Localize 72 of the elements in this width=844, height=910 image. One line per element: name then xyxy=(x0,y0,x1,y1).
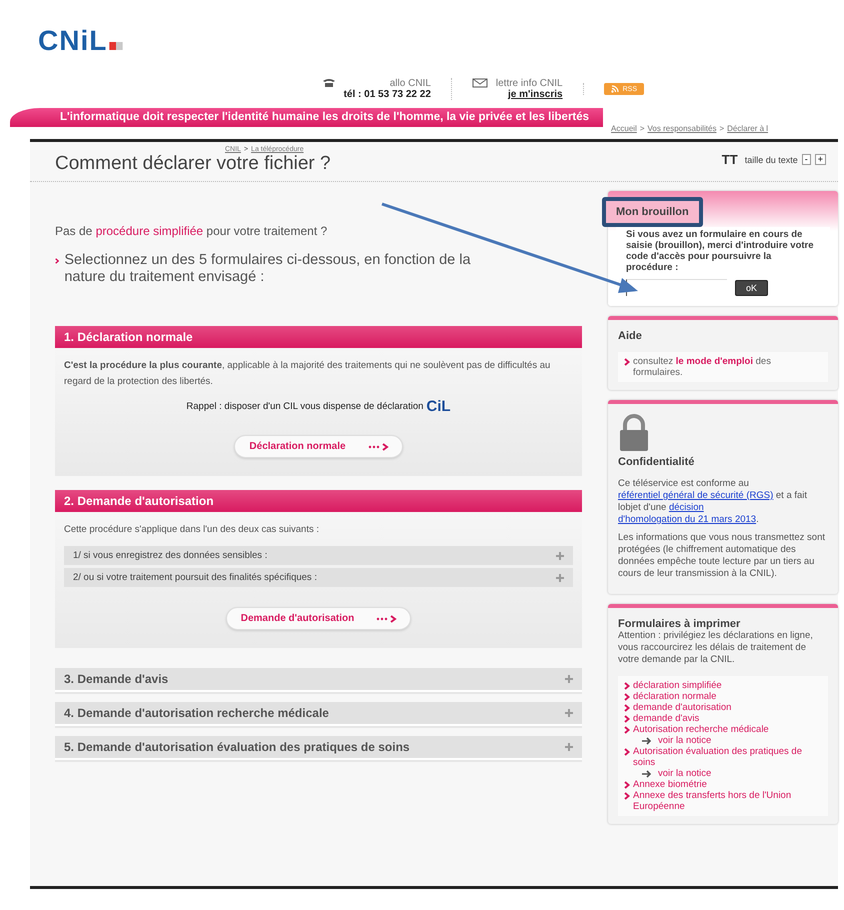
reminder-text: Rappel : disposer d'un CIL vous dispense de déclaration xyxy=(186,401,424,412)
compliance-text: Ce téléservice est conforme au référentiel général de sécurité (RGS) et a fait lobjet d'une décision d'homologation du 21 mars 2013. xyxy=(618,478,808,526)
case-row[interactable]: 1/ si vous enregistrez des données sensibles : xyxy=(64,546,573,565)
start-form-button[interactable]: Demande d'autorisation xyxy=(226,607,412,630)
form-link[interactable]: déclaration simplifiée xyxy=(633,680,722,691)
logo-squares-icon xyxy=(109,42,124,50)
form-link[interactable]: demande d'avis xyxy=(633,713,700,724)
section-header[interactable]: 1. Déclaration normale xyxy=(55,326,582,348)
panel-title: Confidentialité xyxy=(618,456,696,468)
document-link[interactable]: d'homologation du 21 mars 2013 xyxy=(618,514,756,525)
breadcrumb-link[interactable]: Vos responsabilités xyxy=(648,124,716,133)
envelope-icon xyxy=(472,78,488,88)
slogan-banner: L'informatique doit respecter l'identité humaine les droits de l'homme, la vie privée et les libertés xyxy=(10,108,604,127)
plus-icon[interactable] xyxy=(565,675,573,683)
panel-title: Formulaires à imprimer xyxy=(618,618,742,630)
privacy-text: Les informations que vous nous transmettez sont protégées (le chiffrement automatique des données empêche toute lecture par un tiers au cours de leur transmission à la CNIL). xyxy=(618,532,826,580)
case-row[interactable]: 2/ ou si votre traitement poursuit des finalités spécifiques : xyxy=(64,568,573,587)
panel-title: Mon brouillon xyxy=(602,197,703,227)
decrease-text-button[interactable]: - xyxy=(802,154,811,165)
start-form-button[interactable]: Déclaration normale xyxy=(234,435,403,458)
arrow-icon xyxy=(642,736,652,744)
notice-link[interactable]: voir la notice xyxy=(658,768,712,779)
form-link[interactable]: Autorisation recherche médicale xyxy=(633,724,769,735)
breadcrumb-separator: > xyxy=(719,124,724,133)
document-link[interactable]: décision xyxy=(668,502,704,513)
intro-text: Pas de procédure simplifiée pour votre traitement ? xyxy=(55,224,328,238)
arrow-icon xyxy=(642,770,652,778)
text-size-icon: TT xyxy=(722,152,738,167)
rss-icon xyxy=(610,85,619,93)
document-link[interactable]: référentiel général de sécurité (RGS) xyxy=(618,490,774,501)
form-link[interactable]: Annexe des transferts hors de l'Union Européenne xyxy=(633,790,822,812)
plus-icon[interactable] xyxy=(556,552,564,560)
simplified-procedure-link[interactable]: procédure simplifiée xyxy=(96,224,204,238)
breadcrumb-link[interactable]: Accueil xyxy=(611,124,637,133)
dotted-arrow-icon xyxy=(376,614,398,622)
user-guide-link[interactable]: le mode d'emploi xyxy=(676,356,753,367)
phone-icon xyxy=(322,78,336,88)
collapsed-section[interactable]: 3. Demande d'avis xyxy=(55,668,582,692)
logo-text[interactable]: CNiL xyxy=(38,28,108,54)
section-description: Cette procédure s'applique dans l'un des deux cas suivants : xyxy=(64,523,320,537)
contact-label: allo CNIL xyxy=(390,78,431,89)
page-title: Comment déclarer votre fichier ? xyxy=(55,153,331,175)
instruction-text: Selectionnez un des 5 formulaires ci-dessous, en fonction de la nature du traitement envisagé : xyxy=(64,252,472,286)
plus-icon[interactable] xyxy=(565,743,573,751)
increase-text-button[interactable]: + xyxy=(814,154,826,165)
plus-icon[interactable] xyxy=(565,709,573,717)
plus-icon[interactable] xyxy=(556,574,564,582)
section-description: C'est la procédure la plus courante, applicable à la majorité des traitements qui ne soulèvent pas de difficultés au regard de la protection des libertés. xyxy=(64,359,552,389)
form-link[interactable]: déclaration normale xyxy=(633,691,716,702)
chevron-icon xyxy=(624,748,630,756)
dotted-arrow-icon xyxy=(368,442,390,450)
collapsed-section[interactable]: 5. Demande d'autorisation évaluation des pratiques de soins xyxy=(55,736,582,760)
newsletter-label: lettre info CNIL xyxy=(496,78,563,89)
phone-number: tél : 01 53 73 22 22 xyxy=(344,89,431,100)
section-header[interactable]: 2. Demande d'autorisation xyxy=(55,490,582,512)
chevron-icon xyxy=(55,257,60,265)
panel-title: Aide xyxy=(618,330,643,342)
form-link[interactable]: demande d'autorisation xyxy=(633,702,732,713)
chevron-icon xyxy=(624,358,630,366)
form-link[interactable]: Annexe biométrie xyxy=(633,779,707,790)
cil-logo: CiL xyxy=(426,398,451,415)
draft-instructions: Si vous avez un formulaire en cours de saisie (brouillon), merci d'introduire votre code d'accès pour poursuivre la procédure : xyxy=(626,229,815,273)
text-size-label: taille du texte xyxy=(744,154,798,164)
help-text: consultez le mode d'emploi des formulaires. xyxy=(633,356,772,378)
collapsed-section[interactable]: 4. Demande d'autorisation recherche médicale xyxy=(55,702,582,726)
padlock-icon xyxy=(618,414,650,452)
breadcrumb-separator: > xyxy=(640,124,645,133)
notice-link[interactable]: voir la notice xyxy=(658,735,712,746)
breadcrumb-link[interactable]: Déclarer à l xyxy=(727,124,768,133)
subscribe-link[interactable]: je m'inscris xyxy=(508,89,563,100)
ok-button[interactable]: oK xyxy=(735,280,768,296)
forms-notice: Attention : privilégiez les déclarations en ligne, vous raccourcirez les délais de traitement de votre demande par la CNIL. xyxy=(618,630,814,666)
